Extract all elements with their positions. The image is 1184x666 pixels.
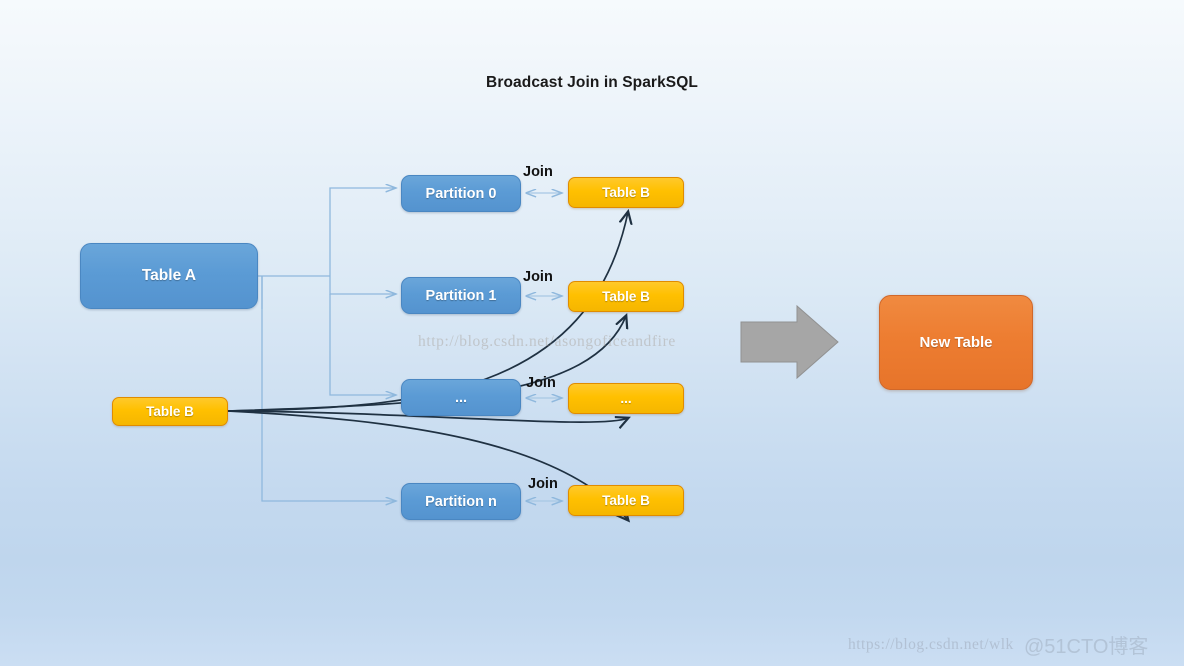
- join-label-1: Join: [523, 269, 553, 285]
- join-label-n: Join: [528, 476, 558, 492]
- node-table-b-copy-0[interactable]: Table B: [568, 177, 684, 208]
- node-table-b-source[interactable]: Table B: [112, 397, 228, 426]
- node-partition-n-label: Partition n: [425, 493, 497, 510]
- join-label-ellipsis: Join: [526, 375, 556, 391]
- node-table-b-copy-ellipsis-label: ...: [620, 391, 632, 406]
- watermark-bottom-url: https://blog.csdn.net/wlk: [848, 636, 1014, 653]
- node-partition-ellipsis-label: ...: [454, 389, 468, 406]
- node-table-b-copy-0-label: Table B: [602, 185, 650, 200]
- node-table-b-copy-ellipsis[interactable]: ...: [568, 383, 684, 414]
- node-table-b-source-label: Table B: [146, 404, 194, 419]
- node-table-b-copy-n[interactable]: Table B: [568, 485, 684, 516]
- node-new-table-label: New Table: [919, 334, 993, 351]
- node-table-b-copy-n-label: Table B: [602, 493, 650, 508]
- watermark-center: http://blog.csdn.net/asongoficeandfire: [418, 333, 676, 350]
- node-table-a[interactable]: Table A: [80, 243, 258, 309]
- result-arrow: [740, 304, 839, 380]
- node-partition-ellipsis[interactable]: ...: [401, 379, 521, 416]
- node-table-b-copy-1[interactable]: Table B: [568, 281, 684, 312]
- node-partition-1-label: Partition 1: [425, 287, 497, 304]
- node-partition-n[interactable]: Partition n: [401, 483, 521, 520]
- node-partition-0-label: Partition 0: [425, 185, 497, 202]
- node-partition-0[interactable]: Partition 0: [401, 175, 521, 212]
- page-title: Broadcast Join in SparkSQL: [486, 74, 698, 91]
- node-table-a-label: Table A: [141, 267, 197, 284]
- broadcast-curves: [227, 212, 628, 520]
- connector-table-a-to-partitions: [258, 188, 396, 501]
- node-new-table[interactable]: New Table: [879, 295, 1033, 390]
- join-label-0: Join: [523, 164, 553, 180]
- diagram-canvas: Broadcast Join in SparkSQL Table A Table…: [0, 0, 1184, 666]
- node-table-b-copy-1-label: Table B: [602, 289, 650, 304]
- watermark-bottom-site: @51CTO博客: [1024, 636, 1149, 658]
- node-partition-1[interactable]: Partition 1: [401, 277, 521, 314]
